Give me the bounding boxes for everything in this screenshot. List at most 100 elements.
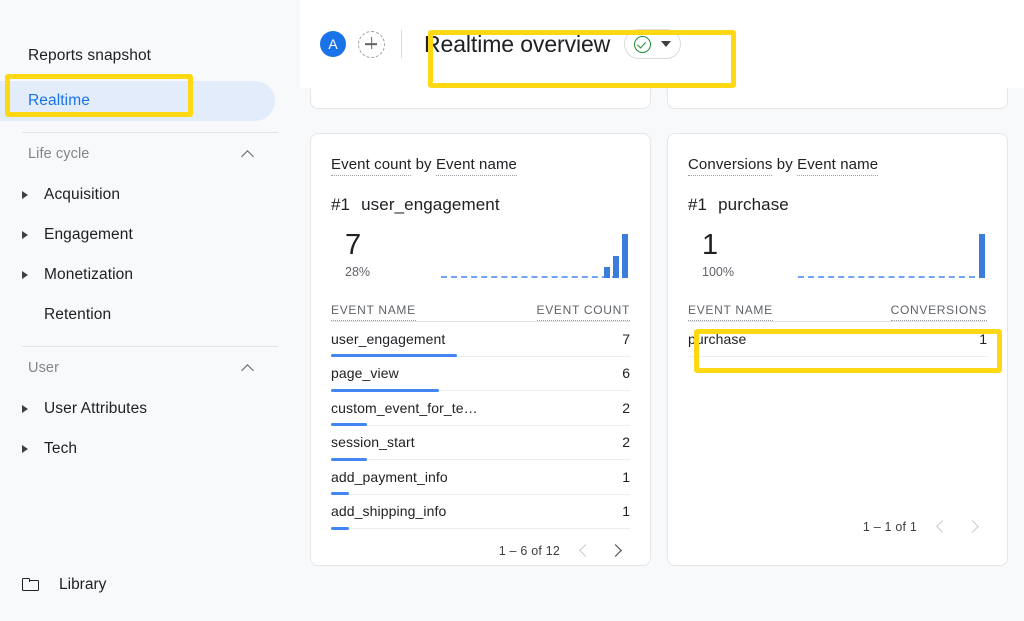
chevron-up-icon[interactable]: [242, 361, 256, 375]
table-cell-name[interactable]: page_view: [331, 365, 399, 381]
sidebar-item-label: Acquisition: [44, 186, 121, 203]
sparkline-bar: [604, 267, 610, 278]
sidebar-item-label: User Attributes: [44, 400, 148, 417]
card-title-dimension[interactable]: Event name: [797, 156, 879, 176]
sidebar-item-realtime[interactable]: Realtime: [0, 81, 275, 121]
toolbar-separator: [401, 30, 402, 58]
pagination: 1 – 6 of 12: [331, 541, 630, 561]
card-rank-line: #1 purchase: [688, 195, 987, 215]
app-root: Reports snapshot Realtime Life cycle Acq…: [0, 0, 1024, 621]
pagination: 1 – 1 of 1: [688, 517, 987, 537]
pagination-range: 1 – 6 of 12: [498, 544, 560, 558]
table-cell-name[interactable]: add_payment_info: [331, 469, 448, 485]
status-badge[interactable]: [624, 29, 682, 59]
card-rank: #1: [688, 195, 708, 214]
chevron-left-icon[interactable]: [574, 541, 594, 561]
sparkline-chart: [798, 231, 987, 279]
expand-triangle-icon: [18, 271, 44, 279]
card-title-dimension[interactable]: Event name: [435, 156, 517, 176]
sidebar: Reports snapshot Realtime Life cycle Acq…: [0, 0, 300, 621]
card-event-count[interactable]: Event count by Event name #1 user_engage…: [310, 133, 651, 566]
table-header: EVENT NAME CONVERSIONS: [688, 303, 987, 322]
card-conversions[interactable]: Conversions by Event name #1 purchase 1 …: [667, 133, 1008, 566]
table-cell-value: 1: [622, 503, 630, 520]
table-cell-name[interactable]: session_start: [331, 434, 415, 450]
card-rank: #1: [331, 195, 351, 214]
table-cell-name[interactable]: add_shipping_info: [331, 503, 446, 519]
card-title: Event count by Event name: [331, 156, 630, 176]
table-cell-name[interactable]: user_engagement: [331, 331, 445, 347]
table-cell-name[interactable]: purchase: [688, 331, 746, 347]
chevron-left-icon[interactable]: [931, 517, 951, 537]
sidebar-item-label: Reports snapshot: [28, 47, 152, 64]
chevron-right-icon[interactable]: [608, 541, 628, 561]
caret-down-icon[interactable]: [661, 41, 672, 47]
sidebar-item-library[interactable]: Library: [0, 565, 275, 605]
sidebar-item-monetization[interactable]: Monetization: [0, 255, 300, 295]
card-big-value: 1: [702, 228, 718, 261]
sidebar-section-user[interactable]: User: [0, 347, 300, 389]
sidebar-section-life-cycle[interactable]: Life cycle: [0, 133, 300, 175]
card-summary-values: 1 100%: [688, 228, 798, 279]
card-summary: 7 28%: [331, 219, 630, 279]
card-title: Conversions by Event name: [688, 156, 987, 176]
main-content: A Realtime overview Event count by Event…: [300, 0, 1024, 621]
sidebar-section-label: Life cycle: [28, 146, 90, 162]
expand-triangle-icon: [18, 191, 44, 199]
sidebar-item-label: Library: [59, 576, 107, 593]
sidebar-item-retention[interactable]: Retention: [0, 295, 300, 335]
sidebar-item-reports-snapshot[interactable]: Reports snapshot: [0, 36, 300, 76]
column-header-value[interactable]: EVENT COUNT: [536, 303, 630, 321]
sidebar-item-engagement[interactable]: Engagement: [0, 215, 300, 255]
partial-card-row: [310, 88, 1008, 109]
plus-circle-dashed-icon[interactable]: [358, 30, 385, 58]
table-row[interactable]: custom_event_for_te… 2: [331, 391, 630, 426]
folder-icon: [22, 577, 41, 593]
sparkline-chart: [441, 231, 630, 279]
table-cell-value: 6: [622, 365, 630, 382]
table-cell-name[interactable]: custom_event_for_te…: [331, 400, 478, 416]
sidebar-item-label: Retention: [44, 306, 112, 323]
cards-area[interactable]: Event count by Event name #1 user_engage…: [300, 88, 1024, 621]
table-cell-value: 2: [622, 434, 630, 451]
sidebar-item-user-attributes[interactable]: User Attributes: [0, 389, 300, 429]
card-big-percent: 100%: [702, 265, 734, 279]
table-row[interactable]: add_payment_info 1: [331, 460, 630, 495]
column-header-value[interactable]: CONVERSIONS: [890, 303, 987, 321]
column-header-name[interactable]: EVENT NAME: [331, 303, 416, 321]
partial-card-right[interactable]: [667, 88, 1008, 109]
table-row[interactable]: purchase 1: [688, 322, 987, 357]
sidebar-item-tech[interactable]: Tech: [0, 429, 300, 469]
sparkline-bars: [604, 232, 628, 278]
card-row: Event count by Event name #1 user_engage…: [310, 133, 1008, 566]
card-big-value: 7: [345, 228, 361, 261]
chevron-right-icon[interactable]: [965, 517, 985, 537]
card-title-by: by: [415, 156, 432, 173]
card-title-metric[interactable]: Event count: [331, 156, 412, 176]
table-row[interactable]: add_shipping_info 1: [331, 495, 630, 530]
sidebar-item-label: Monetization: [44, 266, 134, 283]
card-rank-line: #1 user_engagement: [331, 195, 630, 215]
avatar[interactable]: A: [320, 31, 346, 57]
card-rank-name: purchase: [718, 195, 789, 214]
column-header-name[interactable]: EVENT NAME: [688, 303, 773, 321]
sparkline-bar: [622, 234, 628, 278]
chevron-up-icon[interactable]: [242, 147, 256, 161]
sparkline-bars: [979, 232, 985, 278]
page-title: Realtime overview: [424, 30, 611, 57]
sparkline-bar: [613, 256, 619, 278]
row-progress-bar: [331, 526, 349, 530]
sidebar-item-acquisition[interactable]: Acquisition: [0, 175, 300, 215]
card-summary-values: 7 28%: [331, 228, 441, 279]
sidebar-item-label: Tech: [44, 440, 78, 457]
table-cell-value: 2: [622, 399, 630, 416]
card-title-metric[interactable]: Conversions: [688, 156, 773, 176]
table-row[interactable]: page_view 6: [331, 357, 630, 392]
card-rank-name: user_engagement: [361, 195, 500, 214]
partial-card-left[interactable]: [310, 88, 651, 109]
card-title-by: by: [776, 156, 793, 173]
table-row[interactable]: user_engagement 7: [331, 322, 630, 357]
table-row[interactable]: session_start 2: [331, 426, 630, 461]
card-summary: 1 100%: [688, 219, 987, 279]
expand-triangle-icon: [18, 231, 44, 239]
